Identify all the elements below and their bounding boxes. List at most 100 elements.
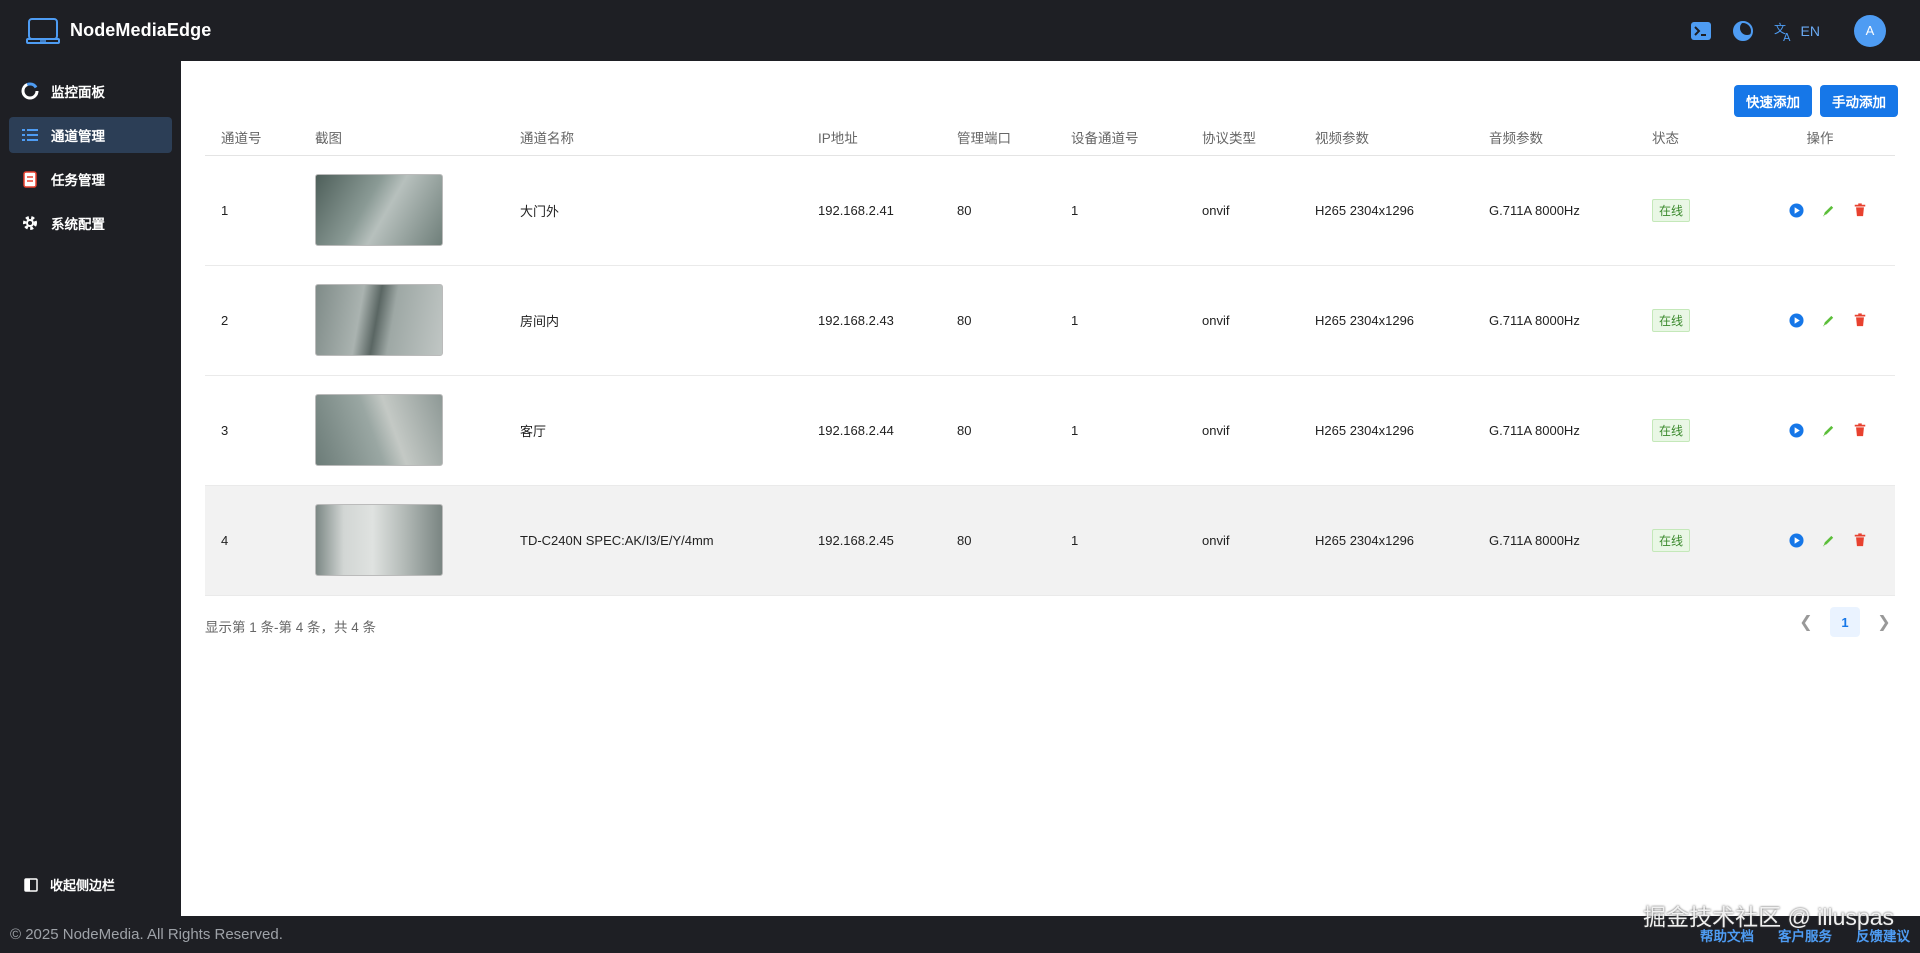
delete-icon[interactable] — [1851, 531, 1869, 549]
language-switch[interactable]: 文A EN — [1773, 20, 1820, 42]
play-icon[interactable] — [1787, 311, 1805, 329]
main-content: 快速添加 手动添加 通道号 截图 通道名称 IP地址 管理端口 设备通道号 协议… — [181, 61, 1920, 916]
edit-icon[interactable] — [1819, 311, 1837, 329]
channel-table: 通道号 截图 通道名称 IP地址 管理端口 设备通道号 协议类型 视频参数 音频… — [205, 119, 1895, 596]
terminal-icon[interactable] — [1689, 19, 1713, 43]
delete-icon[interactable] — [1851, 311, 1869, 329]
management-port: 80 — [941, 155, 1055, 266]
channel-name: TD-C240N SPEC:AK/I3/E/Y/4mm — [504, 485, 802, 596]
protocol-type: onvif — [1186, 155, 1299, 266]
status-badge: 在线 — [1652, 198, 1691, 222]
play-icon[interactable] — [1787, 421, 1805, 439]
watermark: 掘金技术社区 @ illuspas — [1643, 904, 1894, 930]
status-badge: 在线 — [1652, 418, 1691, 442]
edit-icon[interactable] — [1819, 201, 1837, 219]
sidebar-item-label: 任务管理 — [51, 173, 105, 188]
management-port: 80 — [941, 375, 1055, 486]
sidebar-item-channels[interactable]: 通道管理 — [9, 117, 172, 153]
table-row[interactable]: 2 房间内 192.168.2.43 80 1 onvif H265 2304x… — [205, 265, 1895, 376]
sidebar-item-label: 通道管理 — [51, 129, 105, 144]
quick-add-button[interactable]: 快速添加 — [1734, 85, 1812, 117]
protocol-type: onvif — [1186, 265, 1299, 376]
ip-address: 192.168.2.43 — [802, 265, 941, 376]
collapse-label: 收起侧边栏 — [50, 878, 116, 893]
top-header: NodeMediaEdge 文A EN A — [0, 0, 1920, 61]
channel-id: 2 — [205, 265, 299, 376]
status-badge: 在线 — [1652, 308, 1691, 332]
status-badge: 在线 — [1652, 528, 1691, 552]
column-header: 状态 — [1636, 119, 1745, 156]
edit-icon[interactable] — [1819, 531, 1837, 549]
svg-text:A: A — [1783, 31, 1791, 42]
video-params: H265 2304x1296 — [1299, 155, 1473, 266]
channel-name: 客厅 — [504, 375, 802, 486]
dashboard-icon — [21, 82, 39, 100]
snapshot-thumbnail[interactable] — [315, 284, 443, 356]
column-header: 设备通道号 — [1055, 119, 1186, 156]
column-header: 协议类型 — [1186, 119, 1299, 156]
channel-name: 大门外 — [504, 155, 802, 266]
delete-icon[interactable] — [1851, 201, 1869, 219]
translate-icon: 文A — [1774, 21, 1791, 42]
device-channel: 1 — [1055, 155, 1186, 266]
pagination-summary: 显示第 1 条-第 4 条，共 4 条 — [205, 620, 377, 635]
table-header-row: 通道号 截图 通道名称 IP地址 管理端口 设备通道号 协议类型 视频参数 音频… — [205, 119, 1895, 156]
sidebar-item-dashboard[interactable]: 监控面板 — [9, 73, 172, 109]
play-icon[interactable] — [1787, 531, 1805, 549]
edit-icon[interactable] — [1819, 421, 1837, 439]
ip-address: 192.168.2.44 — [802, 375, 941, 486]
protocol-type: onvif — [1186, 375, 1299, 486]
prev-page-icon[interactable]: ❮ — [1792, 607, 1820, 637]
audio-params: G.711A 8000Hz — [1473, 485, 1636, 596]
audio-params: G.711A 8000Hz — [1473, 265, 1636, 376]
copyright: © 2025 NodeMedia. All Rights Reserved. — [10, 926, 283, 943]
sidebar-item-label: 监控面板 — [51, 85, 105, 100]
app-title: NodeMediaEdge — [70, 20, 212, 40]
snapshot-thumbnail[interactable] — [315, 504, 443, 576]
protocol-type: onvif — [1186, 485, 1299, 596]
clipboard-icon — [21, 170, 39, 188]
column-header[interactable]: IP地址 — [802, 119, 941, 156]
channel-name: 房间内 — [504, 265, 802, 376]
footer: © 2025 NodeMedia. All Rights Reserved. 帮… — [0, 916, 1920, 953]
device-channel: 1 — [1055, 265, 1186, 376]
audio-params: G.711A 8000Hz — [1473, 375, 1636, 486]
theme-toggle-icon[interactable] — [1731, 19, 1755, 43]
audio-params: G.711A 8000Hz — [1473, 155, 1636, 266]
language-label: EN — [1800, 22, 1820, 39]
page-number[interactable]: 1 — [1830, 607, 1860, 637]
ip-address: 192.168.2.41 — [802, 155, 941, 266]
monitor-icon — [26, 17, 60, 44]
sidebar-item-settings[interactable]: 系统配置 — [9, 205, 172, 241]
column-header[interactable]: 通道号 — [205, 119, 299, 156]
sidebar-item-tasks[interactable]: 任务管理 — [9, 161, 172, 197]
snapshot-thumbnail[interactable] — [315, 174, 443, 246]
table-row[interactable]: 1 大门外 192.168.2.41 80 1 onvif H265 2304x… — [205, 155, 1895, 266]
column-header[interactable]: 通道名称 — [504, 119, 802, 156]
avatar[interactable]: A — [1854, 14, 1886, 47]
list-icon — [21, 126, 39, 144]
device-channel: 1 — [1055, 485, 1186, 596]
column-header: 视频参数 — [1299, 119, 1473, 156]
pagination: ❮ 1 ❯ — [1792, 607, 1898, 637]
collapse-sidebar-button[interactable]: 收起侧边栏 — [24, 875, 115, 894]
snapshot-thumbnail[interactable] — [315, 394, 443, 466]
video-params: H265 2304x1296 — [1299, 265, 1473, 376]
channel-id: 4 — [205, 485, 299, 596]
gear-icon — [21, 214, 39, 232]
delete-icon[interactable] — [1851, 421, 1869, 439]
manual-add-button[interactable]: 手动添加 — [1820, 85, 1898, 117]
app-logo[interactable]: NodeMediaEdge — [26, 17, 211, 45]
table-row[interactable]: 4 TD-C240N SPEC:AK/I3/E/Y/4mm 192.168.2.… — [205, 485, 1895, 596]
play-icon[interactable] — [1787, 201, 1805, 219]
column-header: 管理端口 — [941, 119, 1055, 156]
channel-id: 1 — [205, 155, 299, 266]
video-params: H265 2304x1296 — [1299, 485, 1473, 596]
management-port: 80 — [941, 485, 1055, 596]
management-port: 80 — [941, 265, 1055, 376]
column-header: 音频参数 — [1473, 119, 1636, 156]
next-page-icon[interactable]: ❯ — [1870, 607, 1898, 637]
sidebar-collapse-icon — [24, 877, 38, 892]
sidebar-item-label: 系统配置 — [51, 217, 105, 232]
table-row[interactable]: 3 客厅 192.168.2.44 80 1 onvif H265 2304x1… — [205, 375, 1895, 486]
